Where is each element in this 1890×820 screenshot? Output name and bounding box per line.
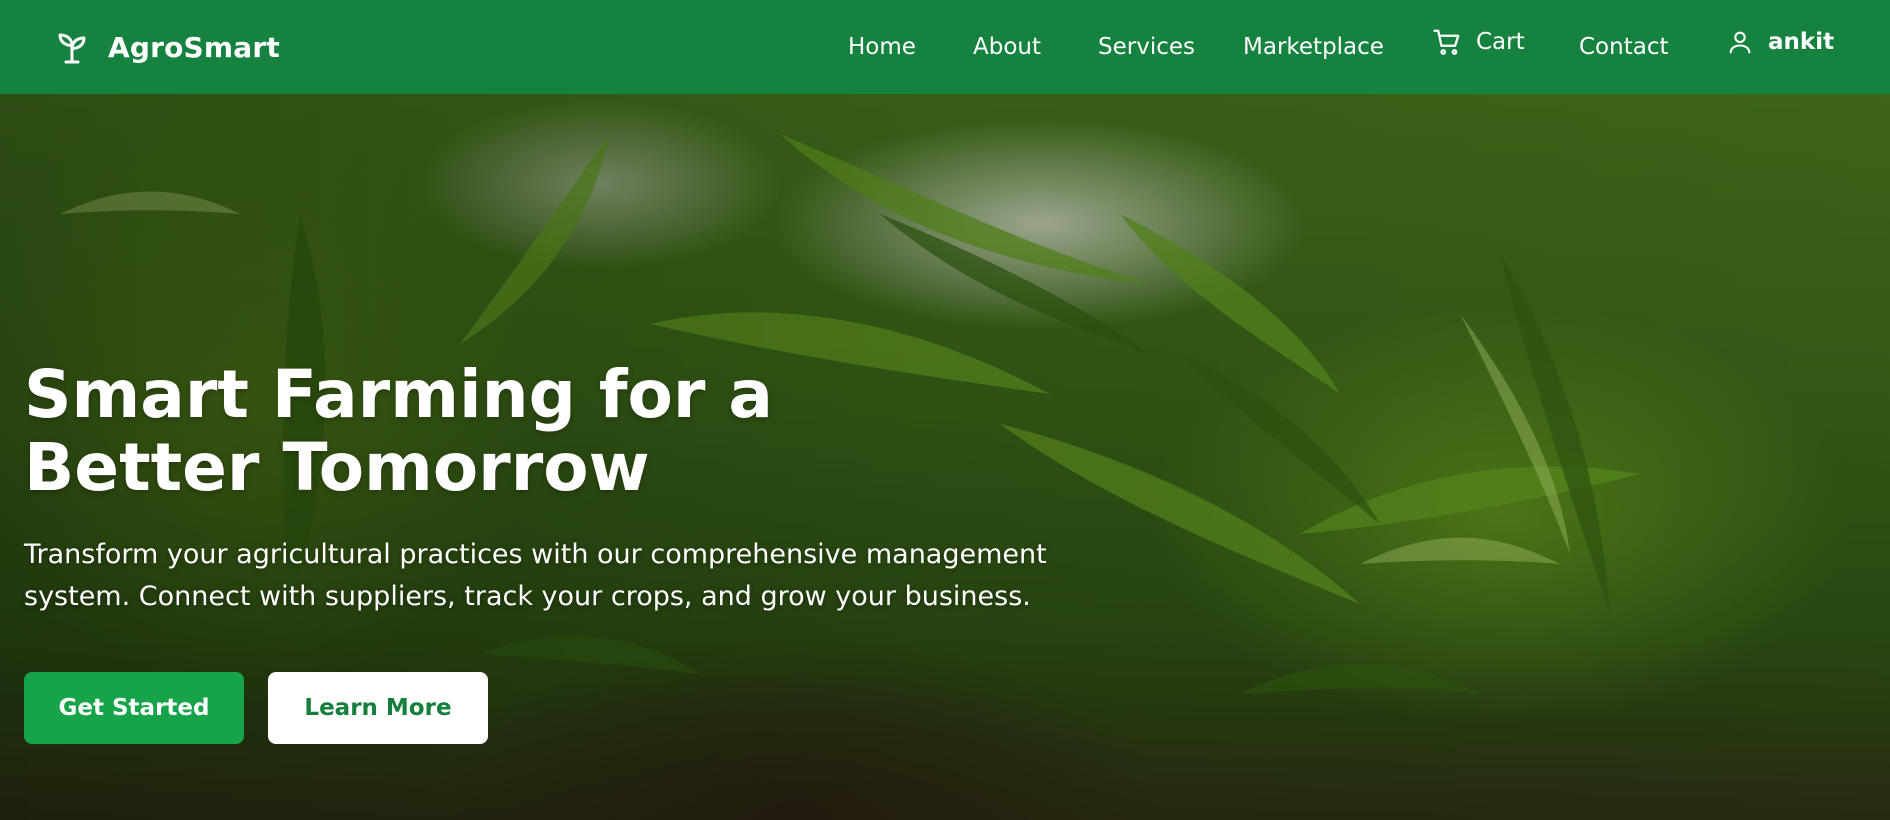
nav-link-contact[interactable]: Contact xyxy=(1579,0,1668,94)
nav-link-cart-label: Cart xyxy=(1476,29,1525,55)
learn-more-button[interactable]: Learn More xyxy=(268,672,488,744)
get-started-button[interactable]: Get Started xyxy=(24,672,244,744)
hero-section: Smart Farming for a Better Tomorrow Tran… xyxy=(0,94,1890,820)
top-navbar: AgroSmart Home About Services Marketplac… xyxy=(0,0,1890,94)
nav-link-home[interactable]: Home xyxy=(848,0,916,94)
hero-title: Smart Farming for a Better Tomorrow xyxy=(24,356,773,506)
hero-subtitle: Transform your agricultural practices wi… xyxy=(24,539,1047,612)
cart-icon xyxy=(1433,29,1460,55)
nav-link-cart[interactable]: Cart xyxy=(1432,0,1525,89)
main-navigation: Home About Services Marketplace Cart Con… xyxy=(0,0,1890,94)
nav-link-marketplace[interactable]: Marketplace xyxy=(1243,0,1384,94)
user-icon xyxy=(1729,31,1751,54)
user-name: ankit xyxy=(1768,29,1835,55)
nav-user-menu[interactable]: ankit xyxy=(1726,0,1834,89)
nav-link-about[interactable]: About xyxy=(973,0,1041,94)
hero-buttons: Get Started Learn More xyxy=(24,672,1124,744)
nav-link-services[interactable]: Services xyxy=(1098,0,1195,94)
hero-content: Smart Farming for a Better Tomorrow Tran… xyxy=(24,358,1124,744)
